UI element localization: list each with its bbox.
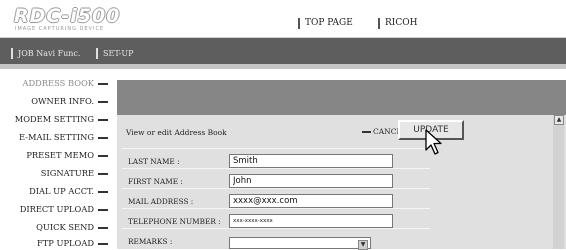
telephone-number-label: TELEPHONE NUMBER : [128, 217, 221, 226]
dash-icon [98, 208, 108, 211]
remarks-field[interactable]: ▼ [229, 237, 371, 250]
telephone-number-field[interactable] [229, 214, 393, 228]
sidebar-item-address-book[interactable]: ADDRESS BOOK [22, 78, 108, 88]
sidebar-item-dial-up-acct[interactable]: DIAL UP ACCT. [29, 186, 108, 196]
main-header-panel [117, 80, 566, 115]
tab-job-navi[interactable]: JOB Navi Func. [11, 48, 80, 59]
sidebar-item-ftp-upload[interactable]: FTP UPLOAD [37, 238, 108, 248]
sidebar: ADDRESS BOOK OWNER INFO. MODEM SETTING E… [0, 69, 113, 249]
sidebar-item-direct-upload[interactable]: DIRECT UPLOAD [20, 204, 108, 214]
sidebar-item-label: DIAL UP ACCT. [29, 186, 94, 196]
first-name-label: FIRST NAME : [128, 177, 183, 186]
mouse-pointer-icon [425, 129, 442, 155]
sidebar-item-quick-send[interactable]: QUICK SEND [36, 222, 108, 232]
tab-setup[interactable]: SET-UP [96, 48, 133, 59]
dash-icon [98, 226, 108, 229]
last-name-field[interactable] [229, 154, 393, 168]
first-name-field[interactable] [229, 174, 393, 188]
dash-icon [98, 154, 108, 157]
mail-address-field[interactable] [229, 194, 393, 208]
remarks-label: REMARKS : [128, 237, 173, 246]
logo-subtitle: IMAGE CAPTURING DEVICE [15, 26, 105, 32]
dash-icon [98, 242, 108, 245]
sidebar-item-modem-setting[interactable]: MODEM SETTING [15, 114, 108, 124]
sidebar-item-preset-memo[interactable]: PRESET MEMO [26, 150, 108, 160]
dash-icon [98, 190, 108, 193]
sidebar-item-label: DIRECT UPLOAD [19, 204, 94, 214]
dash-icon [98, 82, 108, 85]
form-divider [122, 168, 430, 169]
dash-icon [98, 100, 108, 103]
form-divider [122, 148, 430, 149]
sidebar-item-label: ADDRESS BOOK [22, 78, 94, 88]
sidebar-item-label: SIGNATURE [40, 168, 94, 178]
sidebar-item-label: MODEM SETTING [14, 114, 94, 124]
form-divider [122, 188, 430, 189]
dash-icon [98, 172, 108, 175]
sidebar-item-label: FTP UPLOAD [36, 238, 94, 248]
rdc-logo: RDC-i500 [14, 5, 121, 27]
sidebar-item-label: PRESET MEMO [26, 150, 94, 160]
ricoh-link[interactable]: RICOH [378, 18, 417, 29]
form-divider [122, 228, 430, 229]
sidebar-item-label: OWNER INFO. [31, 96, 94, 106]
mail-address-label: MAIL ADDRESS : [128, 197, 194, 206]
last-name-label: LAST NAME : [128, 157, 180, 166]
scroll-up-icon[interactable]: ▲ [554, 115, 564, 125]
form-divider [122, 208, 430, 209]
dash-icon [98, 118, 108, 121]
sidebar-item-email-setting[interactable]: E-MAIL SETTING [19, 132, 108, 142]
sidebar-item-label: QUICK SEND [36, 222, 94, 232]
sidebar-item-signature[interactable]: SIGNATURE [41, 168, 108, 178]
dash-icon [98, 136, 108, 139]
top-page-link[interactable]: TOP PAGE [298, 18, 353, 29]
top-header: RDC-i500 IMAGE CAPTURING DEVICE TOP PAGE… [0, 0, 566, 38]
dash-icon [362, 131, 371, 133]
form-instruction: View or edit Address Book [126, 128, 227, 137]
nav-bar: JOB Navi Func. SET-UP [0, 38, 566, 64]
sidebar-item-label: E-MAIL SETTING [18, 132, 94, 142]
sidebar-item-owner-info[interactable]: OWNER INFO. [31, 96, 108, 106]
vertical-scrollbar[interactable]: ▲ [553, 115, 564, 249]
